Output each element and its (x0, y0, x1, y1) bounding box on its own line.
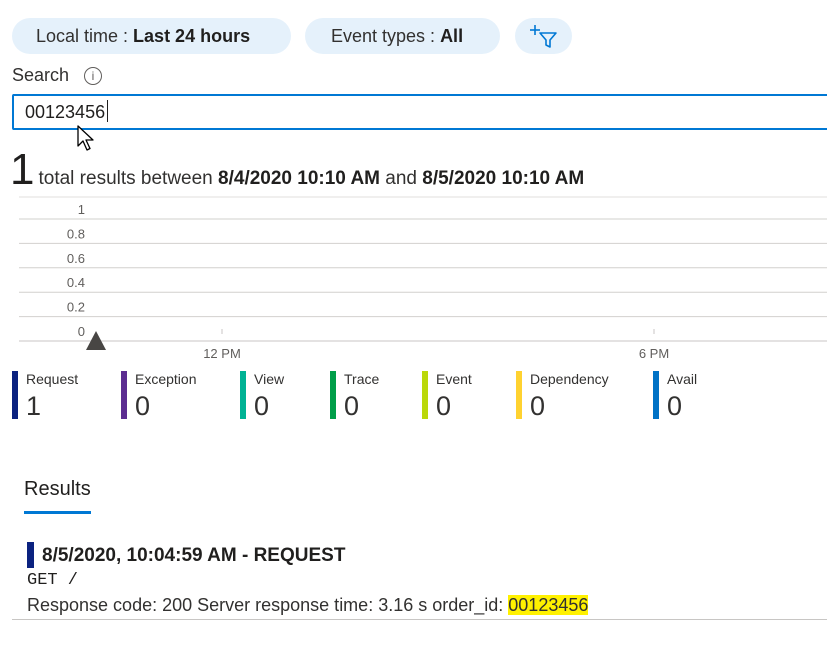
legend-count: 0 (436, 391, 452, 421)
request-type-marker (27, 542, 34, 568)
legend-color-bar (516, 371, 522, 419)
legend-count: 0 (254, 391, 270, 421)
legend-label: Event (436, 371, 472, 387)
legend-label: Exception (135, 371, 197, 387)
result-detail-text: Response code: 200 Server response time:… (27, 595, 509, 615)
y-tick-label: 0 (78, 324, 85, 339)
legend-label: Dependency (530, 371, 609, 387)
y-tick-label: 1 (78, 202, 85, 217)
results-tab[interactable]: Results (24, 478, 91, 501)
y-tick-label: 0.2 (67, 300, 85, 315)
y-tick-label: 0.6 (67, 251, 85, 266)
legend-color-bar (653, 371, 659, 419)
y-tick-label: 0.4 (67, 275, 85, 290)
legend-color-bar (330, 371, 336, 419)
result-detail: Response code: 200 Server response time:… (27, 595, 589, 616)
legend-label: Avail (667, 371, 698, 387)
legend-count: 0 (667, 391, 683, 421)
legend-count: 0 (530, 391, 546, 421)
y-tick-label: 0.8 (67, 226, 85, 241)
legend-label: View (254, 371, 285, 387)
legend-count: 0 (344, 391, 360, 421)
order-id-highlight: 00123456 (508, 595, 589, 615)
legend-color-bar (422, 371, 428, 419)
results-tab-underline (24, 511, 91, 514)
result-title: 8/5/2020, 10:04:59 AM - REQUEST (42, 545, 346, 566)
x-tick-label: 6 PM (639, 346, 669, 361)
legend-count: 1 (26, 391, 42, 421)
result-method: GET / (27, 571, 79, 590)
legend-color-bar (240, 371, 246, 419)
event-histogram-chart: 1 0.8 0.6 0.4 0.2 0 12 PM 6 PM (19, 196, 827, 361)
legend-color-bar (121, 371, 127, 419)
x-tick-label: 12 PM (203, 346, 241, 361)
legend-label: Request (26, 371, 79, 387)
legend-label: Trace (344, 371, 380, 387)
legend-count: 0 (135, 391, 151, 421)
legend-color-bar (12, 371, 18, 419)
result-item[interactable]: 8/5/2020, 10:04:59 AM - REQUEST GET / Re… (12, 538, 827, 620)
